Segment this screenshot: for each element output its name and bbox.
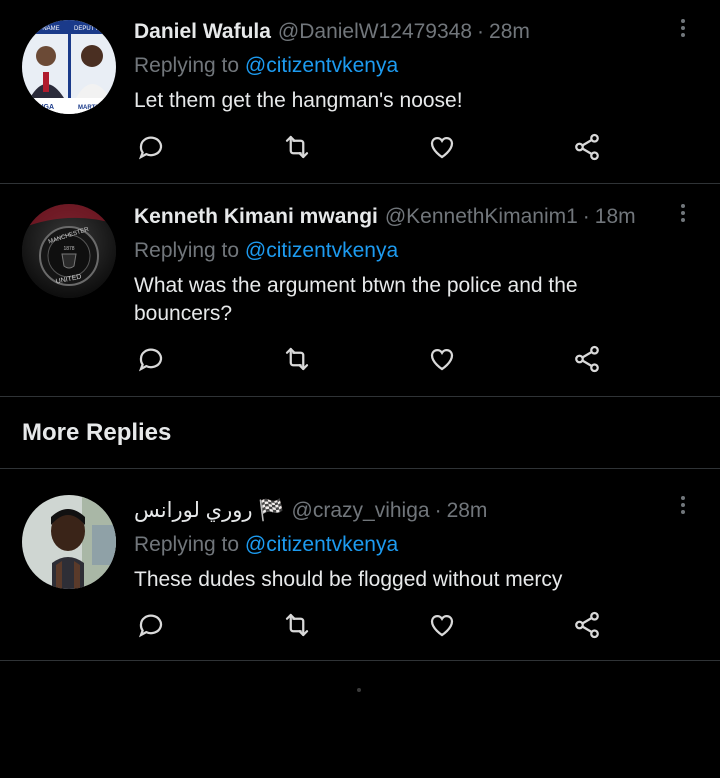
share-icon[interactable] (570, 342, 604, 376)
more-options-icon[interactable] (673, 491, 693, 519)
like-icon[interactable] (425, 130, 459, 164)
share-icon[interactable] (570, 608, 604, 642)
like-icon[interactable] (425, 608, 459, 642)
more-options-icon[interactable] (673, 14, 693, 42)
avatar[interactable]: AND NAME DEPUTY P ODINGA MARTHA (22, 20, 116, 114)
reply-icon[interactable] (134, 130, 168, 164)
avatar[interactable] (22, 495, 116, 589)
retweet-icon[interactable] (280, 342, 314, 376)
display-name[interactable]: Kenneth Kimani mwangi (134, 203, 378, 231)
mention-link[interactable]: @citizentvkenya (245, 239, 398, 262)
separator: · (477, 20, 485, 43)
share-icon[interactable] (570, 130, 604, 164)
replying-to: Replying to @citizentvkenya (134, 52, 700, 80)
svg-text:DEPUTY P: DEPUTY P (74, 26, 104, 32)
replying-to-label: Replying to (134, 533, 240, 556)
timestamp[interactable]: 28m (489, 18, 530, 46)
reply-tweet[interactable]: AND NAME DEPUTY P ODINGA MARTHA Daniel W… (0, 0, 720, 183)
tweet-text: What was the argument btwn the police an… (134, 274, 578, 325)
profile-photo (22, 495, 116, 589)
divider (0, 660, 720, 661)
replying-to: Replying to @citizentvkenya (134, 237, 700, 265)
svg-text:AND NAME: AND NAME (28, 26, 60, 32)
avatar[interactable]: MANCHESTER UNITED 1878 (22, 204, 116, 298)
reply-tweet[interactable]: MANCHESTER UNITED 1878 Kenneth Kimani mw… (0, 184, 720, 396)
tweet-text: These dudes should be flogged without me… (134, 568, 563, 591)
display-name[interactable]: روري لورانس 🏁 (134, 497, 285, 525)
football-crest-image: MANCHESTER UNITED 1878 (22, 204, 116, 298)
user-handle[interactable]: @DanielW12479348 (278, 18, 472, 46)
timestamp[interactable]: 28m (447, 497, 488, 525)
campaign-poster-image: AND NAME DEPUTY P ODINGA MARTHA (22, 20, 116, 114)
separator: · (434, 499, 442, 522)
replying-to: Replying to @citizentvkenya (134, 531, 700, 559)
svg-text:MARTHA: MARTHA (78, 105, 105, 111)
user-handle[interactable]: @KennethKimanim1 (385, 203, 578, 231)
display-name[interactable]: Daniel Wafula (134, 18, 271, 46)
user-handle[interactable]: @crazy_vihiga (292, 497, 430, 525)
svg-text:1878: 1878 (63, 246, 74, 252)
mention-link[interactable]: @citizentvkenya (245, 54, 398, 77)
divider (0, 396, 720, 397)
more-options-icon[interactable] (673, 199, 693, 227)
like-icon[interactable] (425, 342, 459, 376)
timestamp[interactable]: 18m (595, 203, 636, 231)
reply-tweet[interactable]: روري لورانس 🏁 @crazy_vihiga · 28m Replyi… (0, 469, 720, 660)
reply-icon[interactable] (134, 342, 168, 376)
retweet-icon[interactable] (280, 130, 314, 164)
reply-icon[interactable] (134, 608, 168, 642)
separator: · (582, 205, 590, 228)
tweet-text: Let them get the hangman's noose! (134, 89, 463, 112)
svg-text:ODINGA: ODINGA (26, 104, 54, 111)
loading-indicator (357, 688, 361, 692)
section-title: More Replies (22, 419, 172, 446)
mention-link[interactable]: @citizentvkenya (245, 533, 398, 556)
replying-to-label: Replying to (134, 239, 240, 262)
retweet-icon[interactable] (280, 608, 314, 642)
replying-to-label: Replying to (134, 54, 240, 77)
